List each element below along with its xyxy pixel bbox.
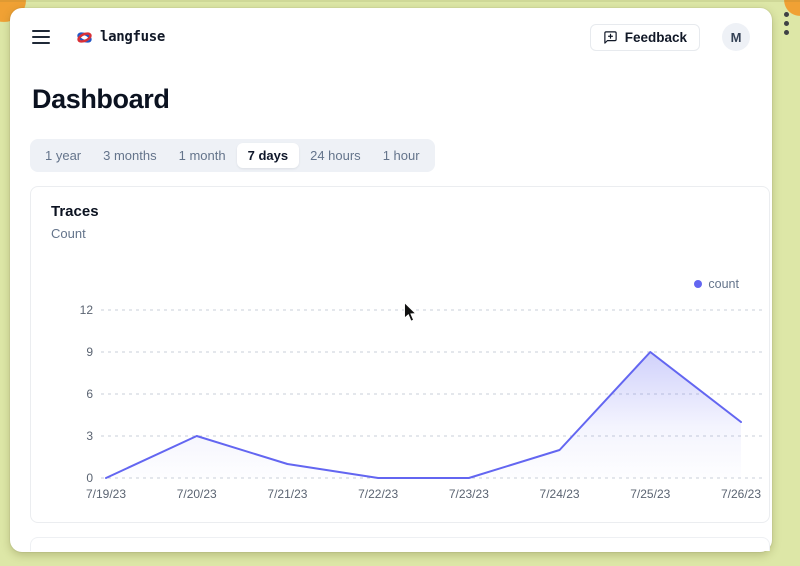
top-nav: langfuse Feedback M bbox=[10, 8, 772, 66]
browser-frame: langfuse Feedback M Dashboard 1 year 3 m… bbox=[0, 0, 800, 566]
legend-dot-icon bbox=[694, 280, 702, 288]
brand-name: langfuse bbox=[100, 29, 165, 45]
more-options-icon[interactable] bbox=[784, 12, 789, 35]
card-title: Traces bbox=[51, 203, 99, 220]
next-card-partial bbox=[30, 537, 770, 551]
card-subtitle: Count bbox=[51, 226, 86, 241]
message-plus-icon bbox=[603, 30, 618, 45]
time-range-tabs: 1 year 3 months 1 month 7 days 24 hours … bbox=[30, 139, 435, 172]
tab-1-year[interactable]: 1 year bbox=[34, 143, 92, 168]
svg-text:7/19/23: 7/19/23 bbox=[86, 487, 126, 501]
svg-text:7/25/23: 7/25/23 bbox=[630, 487, 670, 501]
tab-7-days[interactable]: 7 days bbox=[237, 143, 299, 168]
page-title: Dashboard bbox=[32, 84, 169, 115]
tab-24-hours[interactable]: 24 hours bbox=[299, 143, 372, 168]
svg-text:0: 0 bbox=[86, 471, 93, 485]
avatar[interactable]: M bbox=[722, 23, 750, 51]
traces-chart: 0 3 6 9 12 7/19/23 7/20/23 7/21/23 7/22/23 7/23/2… bbox=[71, 295, 771, 513]
brand: langfuse bbox=[76, 29, 165, 46]
svg-text:7/21/23: 7/21/23 bbox=[267, 487, 307, 501]
svg-text:6: 6 bbox=[86, 387, 93, 401]
svg-text:7/20/23: 7/20/23 bbox=[177, 487, 217, 501]
legend-label: count bbox=[708, 277, 739, 291]
svg-text:7/26/23: 7/26/23 bbox=[721, 487, 761, 501]
svg-text:9: 9 bbox=[86, 345, 93, 359]
svg-text:7/22/23: 7/22/23 bbox=[358, 487, 398, 501]
feedback-label: Feedback bbox=[625, 30, 687, 45]
svg-text:3: 3 bbox=[86, 429, 93, 443]
svg-text:12: 12 bbox=[80, 303, 94, 317]
tab-1-hour[interactable]: 1 hour bbox=[372, 143, 431, 168]
tab-3-months[interactable]: 3 months bbox=[92, 143, 167, 168]
feedback-button[interactable]: Feedback bbox=[590, 24, 700, 51]
traces-card: Traces Count count 0 3 6 9 12 7/19/23 7/20/23 7… bbox=[30, 186, 770, 523]
langfuse-logo-icon bbox=[76, 29, 93, 46]
chart-legend: count bbox=[694, 277, 739, 291]
menu-icon[interactable] bbox=[32, 30, 50, 44]
tab-1-month[interactable]: 1 month bbox=[168, 143, 237, 168]
svg-text:7/23/23: 7/23/23 bbox=[449, 487, 489, 501]
svg-text:7/24/23: 7/24/23 bbox=[540, 487, 580, 501]
app-window: langfuse Feedback M Dashboard 1 year 3 m… bbox=[10, 8, 772, 552]
